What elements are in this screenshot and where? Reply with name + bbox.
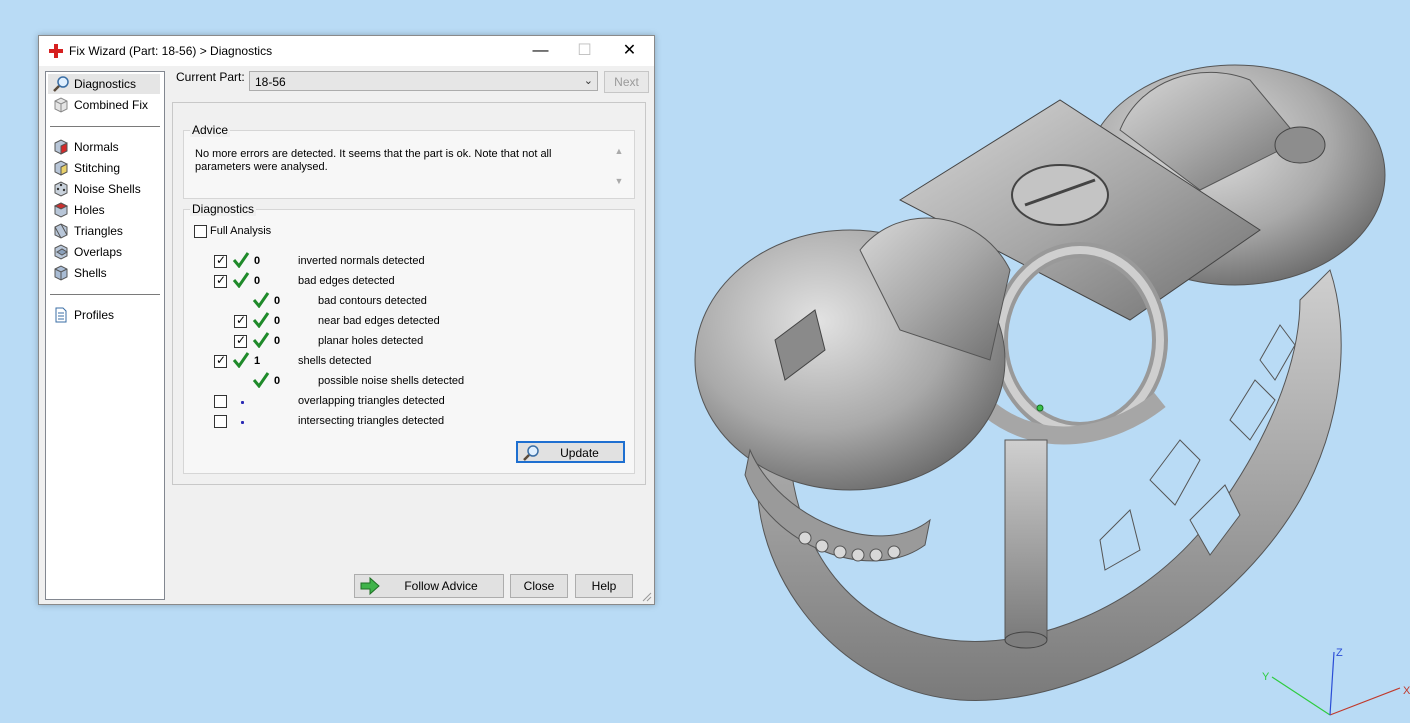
count-value: 0 <box>254 255 261 267</box>
diagnostics-legend: Diagnostics <box>190 202 257 216</box>
chevron-down-icon: ⌄ <box>583 75 593 87</box>
sidebar-item-overlaps[interactable]: Overlaps <box>48 242 160 262</box>
dice-icon <box>54 181 68 197</box>
magnifier-icon <box>53 76 69 92</box>
sidebar-item-profiles[interactable]: Profiles <box>48 305 160 325</box>
full-analysis-checkbox[interactable] <box>194 225 207 238</box>
follow-advice-label: Follow Advice <box>404 579 478 593</box>
cube-hole-icon <box>53 202 69 218</box>
sidebar-item-diagnostics[interactable]: Diagnostics <box>48 74 160 94</box>
count-value: 0 <box>274 335 281 347</box>
sidebar-item-label: Normals <box>74 140 119 154</box>
advice-group: Advice No more errors are detected. It s… <box>183 123 635 199</box>
fix-wizard-dialog: Fix Wizard (Part: 18-56) > Diagnostics —… <box>38 35 655 605</box>
diag-row-label: planar holes detected <box>318 335 424 347</box>
planar-holes-checkbox[interactable]: ✓ <box>234 333 247 348</box>
sidebar-item-label: Overlaps <box>74 245 123 259</box>
axis-z-label: Z <box>1336 647 1343 659</box>
green-check-icon <box>232 352 250 368</box>
advice-text: No more errors are detected. It seems th… <box>195 148 552 173</box>
sidebar-divider <box>50 126 160 127</box>
minimize-button[interactable]: — <box>518 36 563 66</box>
cube-stitch-icon <box>54 160 68 176</box>
sidebar-item-shells[interactable]: Shells <box>48 263 160 283</box>
intersecting-triangles-checkbox[interactable] <box>214 415 227 428</box>
inverted-normals-checkbox[interactable]: ✓ <box>214 253 227 268</box>
document-icon <box>55 307 67 323</box>
count-value: 1 <box>254 355 261 367</box>
sidebar-item-label: Profiles <box>74 308 115 322</box>
diag-row-label: intersecting triangles detected <box>298 415 445 427</box>
sidebar-item-label: Diagnostics <box>74 77 137 91</box>
sidebar: Diagnostics Combined Fix Normals Stitchi… <box>45 71 165 600</box>
green-check-icon <box>252 312 270 328</box>
count-value: 0 <box>274 375 281 387</box>
green-arrow-icon <box>360 577 380 595</box>
sidebar-item-label: Noise Shells <box>74 182 141 196</box>
sidebar-item-label: Holes <box>74 203 105 217</box>
pending-dot-icon <box>241 421 244 424</box>
green-check-icon <box>232 252 250 268</box>
current-part-label: Current Part: <box>176 70 245 84</box>
title-bar[interactable]: Fix Wizard (Part: 18-56) > Diagnostics —… <box>39 36 654 66</box>
diag-row-label: possible noise shells detected <box>318 375 465 387</box>
update-label: Update <box>560 446 599 460</box>
pending-dot-icon <box>241 401 244 404</box>
sidebar-item-label: Combined Fix <box>74 98 149 112</box>
cube-shell-icon <box>54 265 68 281</box>
bad-edges-checkbox[interactable]: ✓ <box>214 273 227 288</box>
close-button[interactable]: Close <box>510 574 568 598</box>
sidebar-item-stitching[interactable]: Stitching <box>48 158 160 178</box>
count-value: 0 <box>254 275 261 287</box>
axis-triad: X Y Z <box>1262 647 1410 716</box>
diag-row-label: bad contours detected <box>318 295 427 307</box>
advice-scrollbar[interactable]: ▲ ▼ <box>612 146 626 191</box>
sidebar-divider <box>50 294 160 295</box>
sidebar-item-label: Triangles <box>74 224 123 238</box>
sidebar-item-holes[interactable]: Holes <box>48 200 160 220</box>
help-button[interactable]: Help <box>575 574 633 598</box>
cube-red-icon <box>54 139 68 155</box>
count-value: 0 <box>274 295 281 307</box>
shells-checkbox[interactable]: ✓ <box>214 353 227 368</box>
green-check-icon <box>252 292 270 308</box>
advice-legend: Advice <box>190 123 231 137</box>
diag-row-label: overlapping triangles detected <box>298 395 445 407</box>
diagnostics-group: Diagnostics Full Analysis ✓ 0 inverted n… <box>183 202 635 474</box>
sidebar-item-label: Stitching <box>74 161 121 175</box>
sidebar-item-noise-shells[interactable]: Noise Shells <box>48 179 160 199</box>
green-check-icon <box>252 372 270 388</box>
green-check-icon <box>252 332 270 348</box>
sidebar-item-triangles[interactable]: Triangles <box>48 221 160 241</box>
maximize-button[interactable]: ☐ <box>562 36 607 66</box>
diag-row-label: shells detected <box>298 355 372 367</box>
follow-advice-button[interactable]: Follow Advice <box>354 574 504 598</box>
resize-grip-icon[interactable] <box>642 592 652 602</box>
diag-row-label: bad edges detected <box>298 275 395 287</box>
sidebar-item-normals[interactable]: Normals <box>48 137 160 157</box>
cube-overlap-icon <box>54 244 68 260</box>
sidebar-item-combined-fix[interactable]: Combined Fix <box>48 95 160 115</box>
near-bad-edges-checkbox[interactable]: ✓ <box>234 313 247 328</box>
current-part-value: 18-56 <box>255 75 286 89</box>
sidebar-item-label: Shells <box>74 266 107 280</box>
diagnostics-panel: Advice No more errors are detected. It s… <box>172 102 646 485</box>
cube-outline-icon <box>54 97 68 113</box>
update-button[interactable]: Update <box>516 441 625 463</box>
window-title: Fix Wizard (Part: 18-56) > Diagnostics <box>69 44 273 58</box>
diag-row-label: inverted normals detected <box>298 255 425 267</box>
close-window-button[interactable]: ✕ <box>607 36 652 66</box>
next-button[interactable]: Next <box>604 71 649 93</box>
green-check-icon <box>232 272 250 288</box>
current-part-select[interactable]: 18-56 ⌄ <box>249 71 598 91</box>
diag-row-label: near bad edges detected <box>318 315 440 327</box>
axis-y-label: Y <box>1262 671 1270 683</box>
cube-triangle-icon <box>54 223 68 239</box>
overlapping-triangles-checkbox[interactable] <box>214 395 227 408</box>
red-cross-app-icon <box>49 44 63 58</box>
count-value: 0 <box>274 315 281 327</box>
axis-x-label: X <box>1403 685 1410 697</box>
full-analysis-label: Full Analysis <box>210 225 272 237</box>
